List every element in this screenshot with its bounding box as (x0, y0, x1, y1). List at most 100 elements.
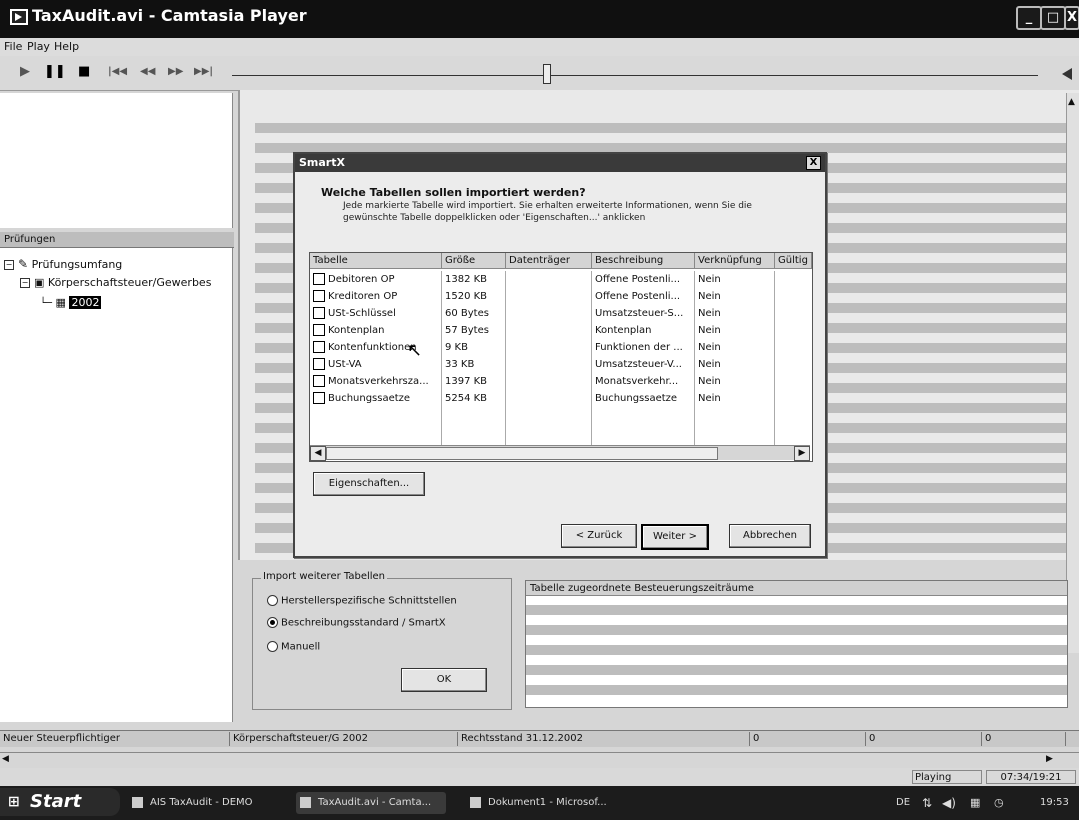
row-checkbox[interactable] (313, 290, 325, 302)
row-checkbox[interactable] (313, 375, 325, 387)
skip-start-icon[interactable]: |◀◀ (108, 66, 127, 77)
back-button[interactable]: < Zurück (561, 524, 637, 548)
table-row-name[interactable]: Buchungssaetze (310, 390, 442, 407)
status-count-2: 0 (866, 732, 982, 746)
system-tray: DE ⇅ ◀) ▦ ◷ 19:53 (890, 790, 1079, 816)
tree-item-koerperschaftsteuer[interactable]: − ▣ Körperschaftsteuer/Gewerbes (20, 276, 211, 289)
tray-app-icon[interactable]: ◷ (994, 790, 1004, 816)
dialog-close-button[interactable]: X (806, 156, 821, 170)
maximize-button[interactable]: □ (1040, 6, 1066, 30)
task-label: Dokument1 - Microsof... (488, 797, 607, 808)
row-medium (506, 305, 592, 322)
status-context: Körperschaftsteuer/G 2002 (230, 732, 458, 746)
table-row-name[interactable]: Debitoren OP (310, 271, 442, 288)
language-indicator[interactable]: DE (896, 790, 910, 816)
pause-icon[interactable]: ❚❚ (44, 64, 66, 79)
player-toolbar: ▶ ❚❚ ■ |◀◀ ◀◀ ▶▶ ▶▶| (0, 56, 1079, 91)
radio-label: Herstellerspezifische Schnittstellen (281, 595, 457, 607)
row-name-label: Monatsverkehrsza... (328, 376, 429, 387)
scroll-right-icon[interactable]: ▶ (794, 446, 810, 461)
row-description: Buchungssaetze (592, 390, 695, 407)
close-button[interactable]: X (1064, 6, 1079, 30)
bottom-scrollbar[interactable]: ◀ ▶ (0, 752, 1079, 767)
radio-icon[interactable] (267, 617, 278, 628)
row-size: 9 KB (442, 339, 506, 356)
tray-network-icon[interactable]: ⇅ (922, 790, 932, 816)
row-checkbox[interactable] (313, 358, 325, 370)
radio-label: Manuell (281, 641, 321, 653)
tray-volume-icon[interactable]: ◀) (942, 790, 956, 816)
radio-manual[interactable]: Manuell (267, 641, 320, 653)
row-link: Nein (695, 271, 775, 288)
seek-thumb[interactable] (543, 64, 552, 84)
column-header-verknuepfung[interactable]: Verknüpfung (695, 253, 775, 269)
row-size: 1397 KB (442, 373, 506, 390)
collapse-icon[interactable]: − (20, 278, 30, 288)
row-size: 33 KB (442, 356, 506, 373)
play-icon[interactable]: ▶ (20, 64, 30, 79)
tray-ime-icon[interactable]: ▦ (970, 790, 980, 816)
table-row-name[interactable]: Kreditoren OP (310, 288, 442, 305)
window-title: TaxAudit.avi - Camtasia Player (32, 6, 307, 25)
rewind-icon[interactable]: ◀◀ (140, 66, 155, 77)
task-word-document[interactable]: Dokument1 - Microsof... (466, 792, 622, 814)
cancel-button[interactable]: Abbrechen (729, 524, 811, 548)
start-button[interactable]: ⊞ Start (0, 788, 120, 816)
tree-item-2002[interactable]: └─ ▦ 2002 (40, 296, 102, 309)
next-button[interactable]: Weiter > (641, 524, 709, 550)
scroll-right-icon[interactable]: ▶ (1046, 754, 1053, 764)
task-camtasia[interactable]: TaxAudit.avi - Camta... (296, 792, 446, 814)
ok-button[interactable]: OK (401, 668, 487, 692)
grid-stripe (255, 123, 1079, 133)
table-row-name[interactable]: Kontenfunktionen (310, 339, 442, 356)
row-size: 60 Bytes (442, 305, 506, 322)
status-count-3: 0 (982, 732, 1066, 746)
table-row-name[interactable]: Monatsverkehrsza... (310, 373, 442, 390)
row-name-label: Kreditoren OP (328, 291, 398, 302)
column-header-datentraeger[interactable]: Datenträger (506, 253, 592, 269)
row-checkbox[interactable] (313, 341, 325, 353)
radio-smartx[interactable]: Beschreibungsstandard / SmartX (267, 617, 446, 629)
horizontal-scrollbar[interactable]: ◀ ▶ (310, 445, 810, 461)
dialog-title-bar[interactable]: SmartX X (295, 154, 825, 172)
menu-file[interactable]: File (4, 40, 22, 53)
vertical-scrollbar[interactable]: ▲ (1066, 93, 1079, 653)
row-checkbox[interactable] (313, 307, 325, 319)
row-checkbox[interactable] (313, 273, 325, 285)
row-checkbox[interactable] (313, 392, 325, 404)
table-row-name[interactable]: USt-VA (310, 356, 442, 373)
row-name-label: USt-Schlüssel (328, 308, 396, 319)
column-header-beschreibung[interactable]: Beschreibung (592, 253, 695, 269)
row-link: Nein (695, 373, 775, 390)
scroll-left-icon[interactable]: ◀ (310, 446, 326, 461)
collapse-icon[interactable]: − (4, 260, 14, 270)
radio-icon[interactable] (267, 641, 278, 652)
scroll-left-icon[interactable]: ◀ (2, 754, 9, 764)
taskbar: ⊞ Start AIS TaxAudit - DEMO TaxAudit.avi… (0, 786, 1079, 820)
column-header-tabelle[interactable]: Tabelle (310, 253, 442, 269)
row-checkbox[interactable] (313, 324, 325, 336)
radio-vendor-interfaces[interactable]: Herstellerspezifische Schnittstellen (267, 595, 457, 607)
minimize-button[interactable]: _ (1016, 6, 1042, 30)
task-ais-taxaudit[interactable]: AIS TaxAudit - DEMO (128, 792, 268, 814)
tree-item-pruefungsumfang[interactable]: − ✎ Prüfungsumfang (4, 257, 122, 271)
row-medium (506, 271, 592, 288)
window-title-bar[interactable]: TaxAudit.avi - Camtasia Player _ □ X (0, 0, 1079, 38)
table-row-name[interactable]: Kontenplan (310, 322, 442, 339)
table-row-name[interactable]: USt-Schlüssel (310, 305, 442, 322)
column-header-groesse[interactable]: Größe (442, 253, 506, 269)
scroll-up-icon[interactable]: ▲ (1068, 97, 1075, 107)
radio-icon[interactable] (267, 595, 278, 606)
menu-play[interactable]: Play (27, 40, 50, 53)
menu-help[interactable]: Help (54, 40, 79, 53)
stop-icon[interactable]: ■ (78, 64, 90, 79)
fast-forward-icon[interactable]: ▶▶ (168, 66, 183, 77)
smartx-dialog: SmartX X Welche Tabellen sollen importie… (293, 152, 827, 558)
seek-slider[interactable] (232, 75, 1038, 76)
column-header-gueltig[interactable]: Gültig (775, 253, 812, 269)
scrollbar-thumb[interactable] (326, 447, 718, 460)
speaker-icon[interactable] (1062, 68, 1072, 80)
properties-button[interactable]: Eigenschaften... (313, 472, 425, 496)
row-description: Funktionen der ... (592, 339, 695, 356)
skip-end-icon[interactable]: ▶▶| (194, 66, 213, 77)
